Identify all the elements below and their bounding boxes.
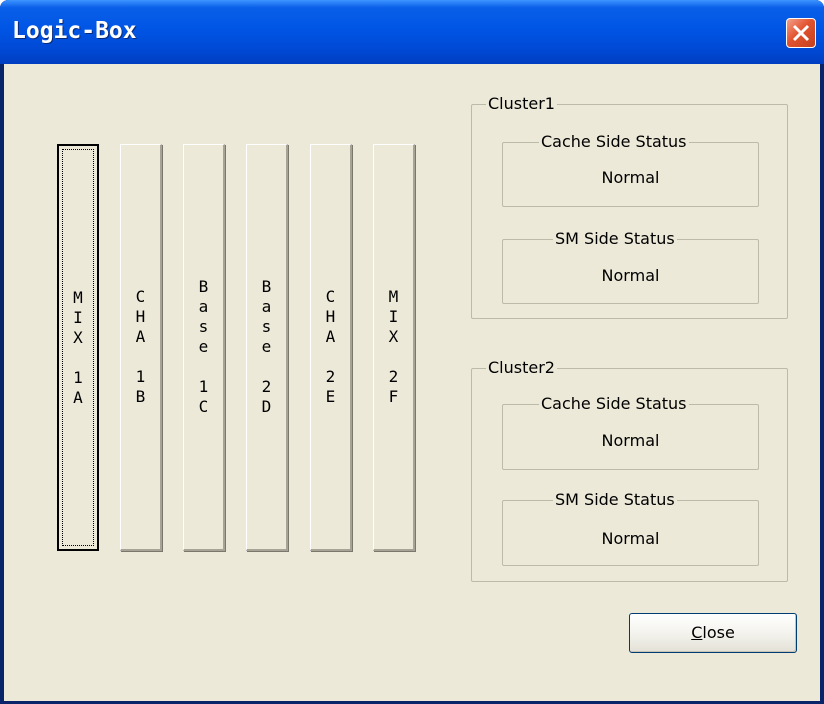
- cluster2-cache-status-group: Cache Side Status Normal: [502, 394, 759, 470]
- close-icon: [792, 24, 810, 42]
- slot-button-base-2d[interactable]: Base2D: [246, 144, 288, 551]
- cluster1-label: Cluster1: [486, 94, 557, 114]
- cluster1-group: Cluster1 Cache Side Status Normal SM Sid…: [471, 94, 788, 319]
- sm-side-status-value: Normal: [601, 266, 660, 285]
- sm-side-status-label: SM Side Status: [553, 490, 677, 510]
- dialog-client-area: MIX1A CHA1B Base1C Base2D CHA2E MIX2F Cl…: [4, 64, 820, 701]
- sm-side-status-value: Normal: [601, 529, 660, 548]
- cluster2-group: Cluster2 Cache Side Status Normal SM Sid…: [471, 358, 788, 582]
- close-button[interactable]: Close: [629, 613, 797, 653]
- title-bar[interactable]: Logic-Box: [0, 0, 824, 64]
- cluster1-sm-status-group: SM Side Status Normal: [502, 229, 759, 304]
- close-mnemonic: C: [691, 623, 703, 642]
- slot-button-base-1c[interactable]: Base1C: [183, 144, 225, 551]
- slot-button-mix-1a[interactable]: MIX1A: [57, 144, 99, 551]
- window-title: Logic-Box: [12, 18, 137, 44]
- sm-side-status-label: SM Side Status: [553, 229, 677, 249]
- cache-side-status-value: Normal: [601, 431, 660, 450]
- slot-label: Base2D: [261, 277, 272, 416]
- slot-button-cha-2e[interactable]: CHA2E: [310, 144, 352, 551]
- slot-label: CHA2E: [325, 287, 336, 406]
- window-close-button[interactable]: [786, 18, 816, 48]
- cluster1-cache-status-group: Cache Side Status Normal: [502, 132, 759, 207]
- cache-side-status-label: Cache Side Status: [539, 132, 689, 152]
- slot-label: CHA1B: [135, 287, 146, 406]
- close-button-label: lose: [702, 623, 735, 642]
- slot-button-mix-2f[interactable]: MIX2F: [373, 144, 415, 551]
- cache-side-status-value: Normal: [601, 168, 660, 187]
- cluster2-sm-status-group: SM Side Status Normal: [502, 490, 759, 566]
- logic-box-window: Logic-Box MIX1A CHA1B Base1C B a s e 2 D…: [0, 0, 824, 704]
- slot-label: MIX1A: [73, 287, 83, 407]
- slot-label: MIX2F: [388, 287, 399, 406]
- cluster2-label: Cluster2: [486, 358, 557, 378]
- cache-side-status-label: Cache Side Status: [539, 394, 689, 414]
- slot-button-cha-1b[interactable]: CHA1B: [120, 144, 162, 551]
- slot-label: Base1C: [198, 277, 209, 416]
